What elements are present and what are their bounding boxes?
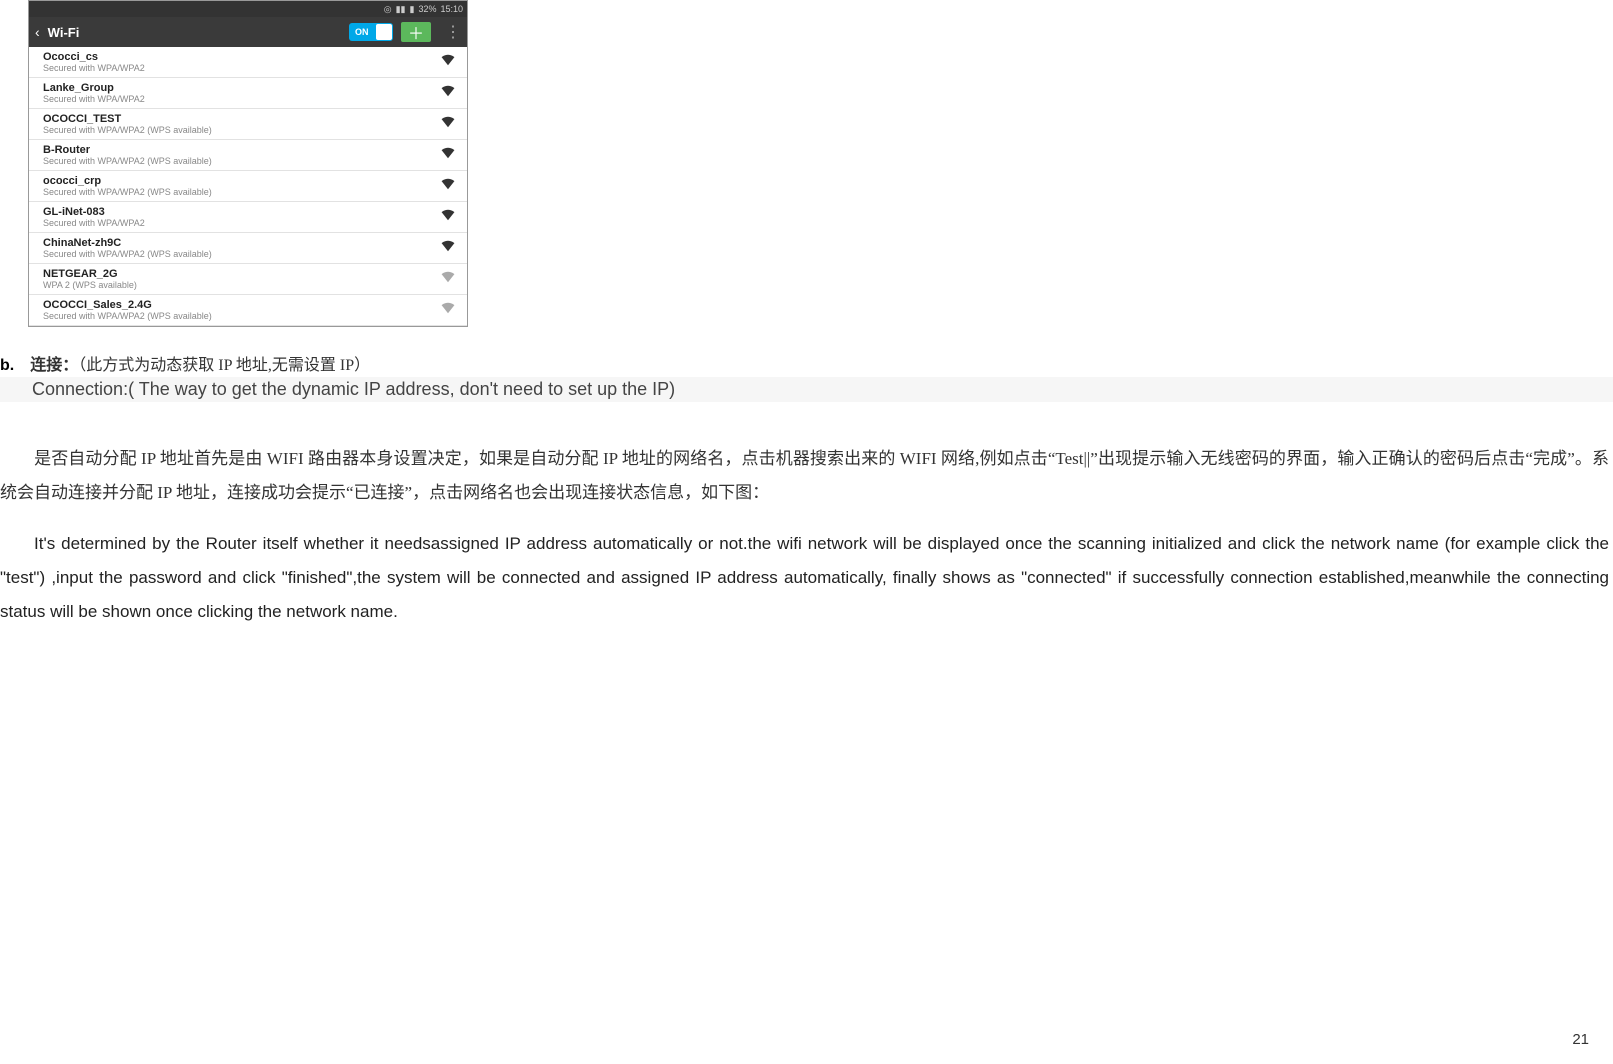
wifi-network-name: Lanke_Group xyxy=(43,82,439,94)
phone-status-bar: ◎ ▮▮ ▮ 32% 15:10 xyxy=(29,1,467,17)
section-b-en-rest: The way to get the dynamic IP address, d… xyxy=(139,379,675,399)
wifi-network-row[interactable]: Ococci_csSecured with WPA/WPA2 xyxy=(29,47,467,78)
wifi-network-security: Secured with WPA/WPA2 (WPS available) xyxy=(43,311,439,321)
page: ◎ ▮▮ ▮ 32% 15:10 ‹ Wi-Fi ON ＋ ⋮ Ococci_c… xyxy=(0,0,1613,1064)
wifi-signal-icon xyxy=(439,177,457,196)
wifi-network-name: ococci_crp xyxy=(43,175,439,187)
wifi-signal-icon xyxy=(439,270,457,289)
section-b-cn-rest: （此方式为动态获取 IP 地址,无需设置 IP） xyxy=(78,357,370,374)
wifi-network-name: GL-iNet-083 xyxy=(43,206,439,218)
wifi-network-name: OCOCCI_TEST xyxy=(43,113,439,125)
back-icon[interactable]: ‹ xyxy=(35,24,40,40)
wifi-network-security: Secured with WPA/WPA2 (WPS available) xyxy=(43,125,439,135)
section-b-en-line: Connection:( The way to get the dynamic … xyxy=(0,377,1613,402)
clock-label: 15:10 xyxy=(440,4,463,14)
wifi-network-name: ChinaNet-zh9C xyxy=(43,237,439,249)
wifi-network-row[interactable]: Lanke_GroupSecured with WPA/WPA2 xyxy=(29,78,467,109)
wifi-network-security: Secured with WPA/WPA2 (WPS available) xyxy=(43,249,439,259)
section-b: b. 连接：（此方式为动态获取 IP 地址,无需设置 IP） Connectio… xyxy=(0,351,1613,402)
wifi-signal-icon xyxy=(439,84,457,103)
signal-icon: ▮▮ xyxy=(396,4,406,15)
add-network-button[interactable]: ＋ xyxy=(401,22,431,42)
paragraph-cn: 是否自动分配 IP 地址首先是由 WIFI 路由器本身设置决定，如果是自动分配 … xyxy=(0,442,1609,510)
wifi-network-name: OCOCCI_Sales_2.4G xyxy=(43,299,439,311)
wifi-signal-icon xyxy=(439,239,457,258)
wifi-network-list: Ococci_csSecured with WPA/WPA2Lanke_Grou… xyxy=(29,47,467,326)
wifi-toggle[interactable]: ON xyxy=(349,23,393,41)
wifi-network-security: Secured with WPA/WPA2 (WPS available) xyxy=(43,187,439,197)
wifi-network-row[interactable]: OCOCCI_Sales_2.4GSecured with WPA/WPA2 (… xyxy=(29,295,467,326)
overflow-menu-icon[interactable]: ⋮ xyxy=(445,22,461,42)
wifi-network-security: Secured with WPA/WPA2 xyxy=(43,63,439,73)
wifi-network-name: NETGEAR_2G xyxy=(43,268,439,280)
wifi-network-security: WPA 2 (WPS available) xyxy=(43,280,439,290)
wifi-network-row[interactable]: OCOCCI_TESTSecured with WPA/WPA2 (WPS av… xyxy=(29,109,467,140)
wifi-signal-icon xyxy=(439,301,457,320)
wifi-signal-icon xyxy=(439,208,457,227)
paragraph-en: It's determined by the Router itself whe… xyxy=(0,527,1609,629)
android-wifi-screenshot: ◎ ▮▮ ▮ 32% 15:10 ‹ Wi-Fi ON ＋ ⋮ Ococci_c… xyxy=(28,0,468,327)
paragraph-cn-text: 是否自动分配 IP 地址首先是由 WIFI 路由器本身设置决定，如果是自动分配 … xyxy=(0,449,1609,502)
wifi-network-row[interactable]: ococci_crpSecured with WPA/WPA2 (WPS ava… xyxy=(29,171,467,202)
wifi-signal-icon xyxy=(439,53,457,72)
wifi-signal-icon xyxy=(439,115,457,134)
section-b-cn-line: b. 连接：（此方式为动态获取 IP 地址,无需设置 IP） xyxy=(0,351,1613,375)
section-b-cn-bold: 连接： xyxy=(30,357,78,374)
section-b-en-prefix: Connection:( xyxy=(32,379,139,399)
wifi-network-row[interactable]: ChinaNet-zh9CSecured with WPA/WPA2 (WPS … xyxy=(29,233,467,264)
battery-label: 32% xyxy=(418,4,436,14)
alarm-icon: ◎ xyxy=(384,4,392,15)
body-paragraphs: 是否自动分配 IP 地址首先是由 WIFI 路由器本身设置决定，如果是自动分配 … xyxy=(0,442,1613,629)
wifi-network-security: Secured with WPA/WPA2 (WPS available) xyxy=(43,156,439,166)
wifi-title: Wi-Fi xyxy=(48,25,341,40)
wifi-network-row[interactable]: B-RouterSecured with WPA/WPA2 (WPS avail… xyxy=(29,140,467,171)
wifi-network-name: B-Router xyxy=(43,144,439,156)
wifi-network-row[interactable]: GL-iNet-083Secured with WPA/WPA2 xyxy=(29,202,467,233)
wifi-network-security: Secured with WPA/WPA2 xyxy=(43,218,439,228)
wifi-network-row[interactable]: NETGEAR_2GWPA 2 (WPS available) xyxy=(29,264,467,295)
battery-icon: ▮ xyxy=(410,4,415,15)
paragraph-en-text: It's determined by the Router itself whe… xyxy=(0,534,1609,621)
wifi-network-name: Ococci_cs xyxy=(43,51,439,63)
wifi-signal-icon xyxy=(439,146,457,165)
phone-header: ‹ Wi-Fi ON ＋ ⋮ xyxy=(29,17,467,47)
section-b-label: b. xyxy=(0,357,14,374)
page-number: 21 xyxy=(1572,1031,1589,1048)
wifi-network-security: Secured with WPA/WPA2 xyxy=(43,94,439,104)
